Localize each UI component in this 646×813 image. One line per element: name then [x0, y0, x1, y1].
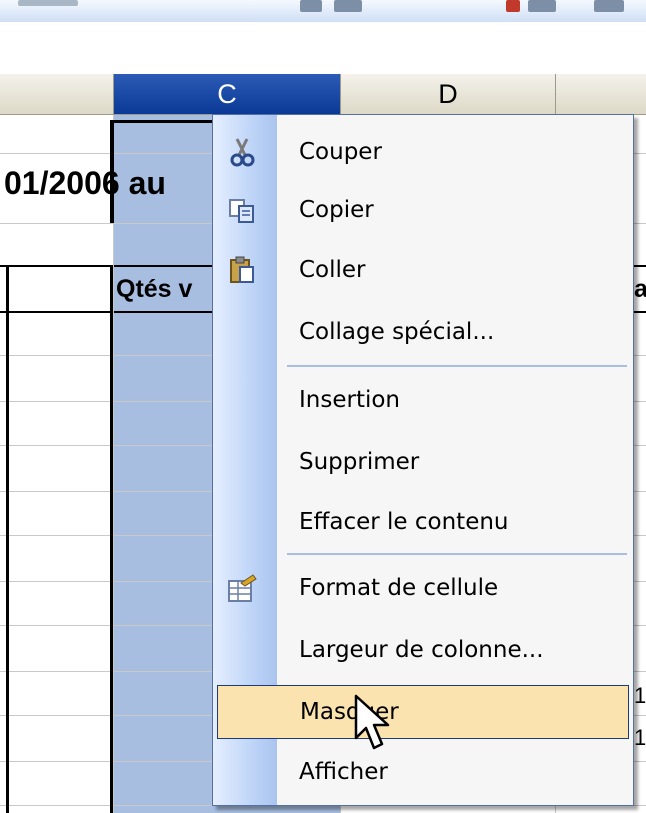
column-header-e[interactable] [556, 74, 646, 114]
context-menu: Couper Copier Coller Collage spécial... … [212, 114, 634, 806]
menu-item-label: Effacer le contenu [299, 509, 509, 535]
menu-item-label: Format de cellule [299, 575, 499, 601]
toolbar-icon[interactable] [506, 0, 520, 12]
copy-icon [229, 199, 254, 223]
menu-item-supprimer[interactable]: Supprimer [213, 433, 633, 491]
format-cells-icon [228, 574, 257, 602]
menu-item-label: Supprimer [299, 449, 420, 475]
menu-item-label: Afficher [299, 759, 388, 785]
column-e-value-cell[interactable]: 1 [634, 725, 646, 751]
menu-item-label: Insertion [299, 387, 401, 413]
menu-item-label: Collage spécial... [299, 319, 495, 345]
menu-separator [287, 553, 627, 555]
column-e-value-cell[interactable]: 1 [634, 683, 646, 709]
column-header-c[interactable]: C [114, 74, 341, 114]
column-e-header-cell[interactable]: a [634, 275, 646, 304]
menu-item-label: Couper [299, 139, 382, 165]
menu-item-afficher[interactable]: Afficher [213, 743, 633, 801]
toolbar-icon[interactable] [594, 0, 624, 12]
toolbar-icon[interactable] [18, 0, 78, 6]
menu-item-insertion[interactable]: Insertion [213, 371, 633, 429]
menu-item-copier[interactable]: Copier [213, 181, 633, 239]
qtes-header-cell[interactable]: Qtés v [116, 275, 192, 304]
column-header-row: C D [0, 74, 646, 115]
column-header-b[interactable] [0, 74, 114, 114]
menu-item-label: Coller [299, 257, 366, 283]
paste-icon [230, 256, 254, 283]
menu-item-label: Largeur de colonne... [299, 637, 544, 663]
column-header-d[interactable]: D [341, 74, 556, 114]
menu-item-largeur-colonne[interactable]: Largeur de colonne... [213, 621, 633, 679]
scissors-icon [230, 138, 255, 167]
toolbar-strip [0, 0, 646, 23]
toolbar-icon[interactable] [334, 0, 362, 12]
menu-item-masquer[interactable]: Masquer [217, 685, 629, 739]
toolbar-icon[interactable] [528, 0, 556, 12]
formula-bar[interactable] [0, 22, 646, 75]
menu-item-label: Copier [299, 197, 374, 223]
menu-item-format-cellule[interactable]: Format de cellule [213, 559, 633, 617]
menu-item-collage-special[interactable]: Collage spécial... [213, 303, 633, 361]
toolbar-icon[interactable] [300, 0, 322, 12]
mouse-cursor-icon [354, 694, 390, 750]
menu-item-coller[interactable]: Coller [213, 241, 633, 299]
menu-item-effacer-contenu[interactable]: Effacer le contenu [213, 493, 633, 551]
menu-item-couper[interactable]: Couper [213, 123, 633, 181]
menu-separator [287, 365, 627, 367]
period-date-cell[interactable]: 01/2006 au [4, 165, 166, 202]
